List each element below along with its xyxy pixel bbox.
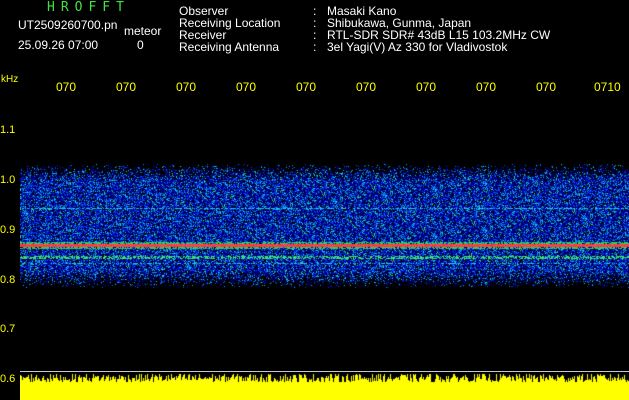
x-tick-label: 070 [176, 80, 197, 94]
meteor-count: 0 [137, 38, 144, 52]
x-tick-label: 0710 [594, 80, 621, 94]
x-tick-label: 070 [356, 80, 377, 94]
y-tick-label: 0.8 [0, 274, 16, 286]
info-label-antenna: Receiving Antenna [179, 40, 280, 54]
y-tick-label: 0.6 [0, 373, 16, 385]
signal-level-meter [20, 372, 629, 400]
y-tick-label: 1.1 [0, 124, 16, 136]
x-tick-label: 070 [476, 80, 497, 94]
y-tick-label: 1.0 [0, 174, 16, 186]
x-tick-label: 070 [536, 80, 557, 94]
y-tick-label: 0.7 [0, 323, 16, 335]
date-time: 25.09.26 07:00 [18, 38, 99, 52]
y-axis-unit: kHz [1, 74, 19, 85]
x-tick-label: 070 [56, 80, 77, 94]
hrofft-window: HROFFT UT2509260700.pn meteor 25.09.26 0… [0, 0, 629, 400]
app-title: HROFFT [47, 0, 130, 15]
info-sep: : [313, 40, 317, 54]
spectrogram [20, 95, 629, 400]
info-value-antenna: 3el Yagi(V) Az 330 for Vladivostok [327, 40, 508, 54]
x-tick-label: 070 [416, 80, 437, 94]
x-tick-label: 070 [296, 80, 317, 94]
x-tick-label: 070 [236, 80, 257, 94]
file-name: UT2509260700.pn [18, 18, 118, 32]
x-tick-label: 070 [116, 80, 137, 94]
meteor-label: meteor [124, 24, 162, 38]
y-tick-label: 0.9 [0, 224, 16, 236]
